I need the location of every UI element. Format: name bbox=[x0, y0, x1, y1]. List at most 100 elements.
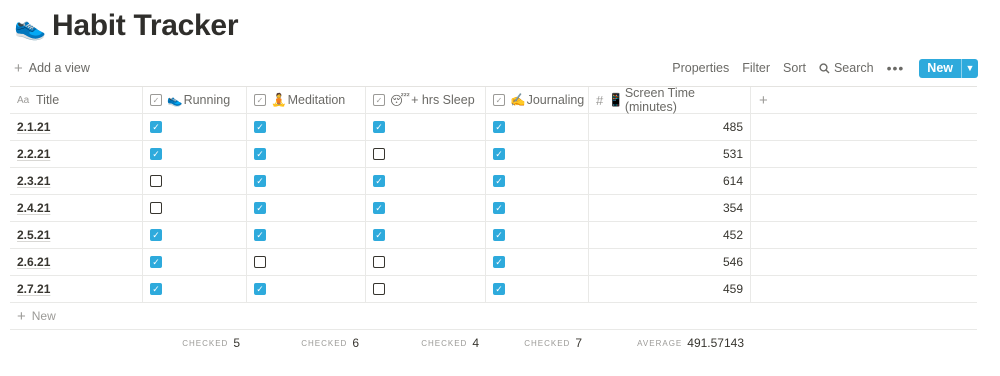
search-label: Search bbox=[833, 61, 874, 75]
filter-button[interactable]: Filter bbox=[742, 61, 770, 75]
more-options-button[interactable]: ••• bbox=[887, 60, 905, 76]
row-title[interactable]: 2.1.21 bbox=[17, 120, 50, 134]
screen-time-cell[interactable]: 354 bbox=[589, 195, 751, 221]
unchecked-checkbox[interactable] bbox=[150, 202, 162, 214]
screen-time-cell[interactable]: 485 bbox=[589, 114, 751, 140]
meditation-cell: ✓ bbox=[247, 141, 366, 167]
checked-checkbox[interactable]: ✓ bbox=[373, 175, 385, 187]
checkbox-property-icon: ✓ bbox=[493, 94, 505, 106]
checked-checkbox[interactable]: ✓ bbox=[493, 256, 505, 268]
new-button-label[interactable]: New bbox=[919, 59, 961, 78]
search-button[interactable]: Search bbox=[819, 61, 874, 75]
checked-checkbox[interactable]: ✓ bbox=[254, 202, 266, 214]
row-title[interactable]: 2.7.21 bbox=[17, 282, 50, 296]
table-row: 2.3.21 ✓ ✓ ✓ 614 bbox=[10, 168, 977, 195]
checked-checkbox[interactable]: ✓ bbox=[150, 229, 162, 241]
checked-checkbox[interactable]: ✓ bbox=[254, 229, 266, 241]
unchecked-checkbox[interactable] bbox=[150, 175, 162, 187]
row-title[interactable]: 2.3.21 bbox=[17, 174, 50, 188]
column-header-journaling[interactable]: ✓ ✍️ Journaling bbox=[486, 87, 589, 113]
screen-time-cell[interactable]: 531 bbox=[589, 141, 751, 167]
checked-checkbox[interactable]: ✓ bbox=[254, 175, 266, 187]
checked-checkbox[interactable]: ✓ bbox=[373, 229, 385, 241]
add-view-button[interactable]: + Add a view bbox=[14, 61, 90, 76]
checked-checkbox[interactable]: ✓ bbox=[373, 121, 385, 133]
checked-checkbox[interactable]: ✓ bbox=[150, 283, 162, 295]
checked-checkbox[interactable]: ✓ bbox=[493, 148, 505, 160]
checked-checkbox[interactable]: ✓ bbox=[373, 202, 385, 214]
calc-meditation[interactable]: CHECKED 6 bbox=[247, 330, 366, 356]
title-cell[interactable]: 2.7.21 bbox=[10, 276, 143, 302]
title-cell[interactable]: 2.6.21 bbox=[10, 249, 143, 275]
column-header-title[interactable]: Aa Title bbox=[10, 87, 143, 113]
add-row-button[interactable]: + New bbox=[10, 303, 977, 330]
plus-icon: + bbox=[14, 59, 23, 77]
add-row-label: New bbox=[31, 309, 56, 323]
calc-label: CHECKED bbox=[182, 338, 229, 348]
checked-checkbox[interactable]: ✓ bbox=[254, 283, 266, 295]
screen-time-value: 614 bbox=[722, 174, 743, 188]
unchecked-checkbox[interactable] bbox=[254, 256, 266, 268]
calc-running[interactable]: CHECKED 5 bbox=[143, 330, 247, 356]
column-header-label: + hrs Sleep bbox=[411, 93, 475, 107]
table-row: 2.4.21 ✓ ✓ ✓ 354 bbox=[10, 195, 977, 222]
table-row: 2.5.21 ✓ ✓ ✓ ✓ 452 bbox=[10, 222, 977, 249]
screen-time-value: 485 bbox=[722, 120, 743, 134]
journaling-cell: ✓ bbox=[486, 222, 589, 248]
sleep-cell bbox=[366, 141, 486, 167]
new-button[interactable]: New ▼ bbox=[919, 58, 978, 78]
row-title[interactable]: 2.4.21 bbox=[17, 201, 50, 215]
add-column-button[interactable]: + bbox=[751, 87, 977, 113]
page-header: 👟 Habit Tracker bbox=[14, 6, 239, 46]
row-title[interactable]: 2.6.21 bbox=[17, 255, 50, 269]
screen-time-cell[interactable]: 459 bbox=[589, 276, 751, 302]
title-cell[interactable]: 2.1.21 bbox=[10, 114, 143, 140]
calculation-row: CHECKED 5 CHECKED 6 CHECKED 4 CHECKED 7 … bbox=[10, 330, 977, 358]
checked-checkbox[interactable]: ✓ bbox=[254, 121, 266, 133]
unchecked-checkbox[interactable] bbox=[373, 256, 385, 268]
checked-checkbox[interactable]: ✓ bbox=[150, 121, 162, 133]
screen-time-cell[interactable]: 546 bbox=[589, 249, 751, 275]
title-cell[interactable]: 2.3.21 bbox=[10, 168, 143, 194]
calc-value: 5 bbox=[233, 336, 240, 350]
page-title[interactable]: Habit Tracker bbox=[52, 9, 239, 43]
checked-checkbox[interactable]: ✓ bbox=[493, 121, 505, 133]
properties-button[interactable]: Properties bbox=[672, 61, 729, 75]
column-header-meditation[interactable]: ✓ 🧘 Meditation bbox=[247, 87, 366, 113]
checked-checkbox[interactable]: ✓ bbox=[493, 283, 505, 295]
checked-checkbox[interactable]: ✓ bbox=[150, 256, 162, 268]
screen-time-cell[interactable]: 452 bbox=[589, 222, 751, 248]
chevron-down-icon[interactable]: ▼ bbox=[961, 58, 978, 78]
checked-checkbox[interactable]: ✓ bbox=[254, 148, 266, 160]
running-cell: ✓ bbox=[143, 222, 247, 248]
calc-screen-time[interactable]: AVERAGE 491.57143 bbox=[589, 330, 751, 356]
running-cell: ✓ bbox=[143, 249, 247, 275]
screen-time-cell[interactable]: 614 bbox=[589, 168, 751, 194]
column-header-screen-time[interactable]: # 📱 Screen Time (minutes) bbox=[589, 86, 751, 114]
plus-icon: + bbox=[17, 307, 26, 325]
checked-checkbox[interactable]: ✓ bbox=[493, 175, 505, 187]
calc-title[interactable] bbox=[10, 330, 143, 356]
sort-button[interactable]: Sort bbox=[783, 61, 806, 75]
column-header-running[interactable]: ✓ 👟 Running bbox=[143, 87, 247, 113]
title-cell[interactable]: 2.2.21 bbox=[10, 141, 143, 167]
checked-checkbox[interactable]: ✓ bbox=[493, 202, 505, 214]
calc-sleep[interactable]: CHECKED 4 bbox=[366, 330, 486, 356]
checked-checkbox[interactable]: ✓ bbox=[493, 229, 505, 241]
row-title[interactable]: 2.2.21 bbox=[17, 147, 50, 161]
journaling-cell: ✓ bbox=[486, 249, 589, 275]
table-row: 2.1.21 ✓ ✓ ✓ ✓ 485 bbox=[10, 114, 977, 141]
column-header-sleep[interactable]: ✓ 😴 + hrs Sleep bbox=[366, 87, 486, 113]
calc-label: CHECKED bbox=[524, 338, 571, 348]
add-view-label: Add a view bbox=[28, 61, 90, 75]
running-shoe-icon[interactable]: 👟 bbox=[14, 11, 46, 42]
empty-cell bbox=[751, 249, 977, 275]
unchecked-checkbox[interactable] bbox=[373, 283, 385, 295]
calc-journaling[interactable]: CHECKED 7 bbox=[486, 330, 589, 356]
checked-checkbox[interactable]: ✓ bbox=[150, 148, 162, 160]
title-cell[interactable]: 2.4.21 bbox=[10, 195, 143, 221]
unchecked-checkbox[interactable] bbox=[373, 148, 385, 160]
row-title[interactable]: 2.5.21 bbox=[17, 228, 50, 242]
title-cell[interactable]: 2.5.21 bbox=[10, 222, 143, 248]
running-cell: ✓ bbox=[143, 141, 247, 167]
